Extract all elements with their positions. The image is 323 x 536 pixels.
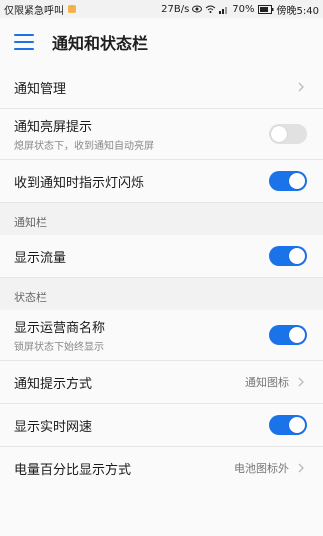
- show-traffic-label: 显示流量: [14, 250, 67, 266]
- chevron-right-icon: [298, 82, 304, 92]
- battery-percent-row[interactable]: 电量百分比显示方式 电池图标外: [0, 447, 323, 489]
- show-traffic-toggle[interactable]: [269, 246, 307, 266]
- battery-percent-value: 电池图标外: [234, 462, 289, 475]
- wake-on-notification-toggle[interactable]: [269, 124, 307, 144]
- menu-icon[interactable]: [14, 34, 34, 50]
- section-header-status-bar: 状态栏: [0, 278, 323, 310]
- chevron-right-icon: [298, 463, 304, 473]
- chevron-right-icon: [298, 377, 304, 387]
- show-carrier-label: 显示运营商名称: [14, 321, 106, 336]
- notification-management-label: 通知管理: [14, 81, 67, 97]
- section-header-notification-bar: 通知栏: [0, 203, 323, 235]
- net-speed-text: 27B/s: [161, 3, 190, 15]
- blink-light-row: 收到通知时指示灯闪烁: [0, 160, 323, 203]
- blink-light-label: 收到通知时指示灯闪烁: [14, 175, 145, 191]
- app-bar: 通知和状态栏: [0, 18, 323, 66]
- clock-text: 傍晚5:40: [276, 5, 319, 17]
- wake-on-notification-row: 通知亮屏提示 熄屏状态下，收到通知自动亮屏: [0, 109, 323, 160]
- eye-comfort-icon: [192, 4, 203, 14]
- wifi-icon: [205, 4, 216, 14]
- show-carrier-toggle[interactable]: [269, 325, 307, 345]
- realtime-speed-label: 显示实时网速: [14, 419, 93, 435]
- show-carrier-sub: 锁屏状态下始终显示: [14, 342, 104, 353]
- realtime-speed-row: 显示实时网速: [0, 404, 323, 447]
- battery-percent-text: 70%: [232, 3, 255, 15]
- notification-management-row[interactable]: 通知管理: [0, 66, 323, 109]
- show-traffic-row: 显示流量: [0, 235, 323, 278]
- status-bar: 仅限紧急呼叫 27B/s 70% 傍晚5:40: [0, 0, 323, 18]
- notification-icon: [67, 4, 77, 14]
- wake-on-notification-sub: 熄屏状态下，收到通知自动亮屏: [14, 141, 154, 152]
- battery-icon: [257, 4, 274, 14]
- notification-style-label: 通知提示方式: [14, 376, 93, 392]
- page-title: 通知和状态栏: [52, 34, 149, 53]
- blink-light-toggle[interactable]: [269, 171, 307, 191]
- carrier-text: 仅限紧急呼叫: [4, 5, 64, 17]
- wake-on-notification-label: 通知亮屏提示: [14, 120, 93, 135]
- battery-percent-label: 电量百分比显示方式: [14, 462, 132, 478]
- notification-style-value: 通知图标: [245, 376, 289, 389]
- show-carrier-row: 显示运营商名称 锁屏状态下始终显示: [0, 310, 323, 361]
- notification-style-row[interactable]: 通知提示方式 通知图标: [0, 361, 323, 404]
- signal-icon: [219, 4, 229, 14]
- realtime-speed-toggle[interactable]: [269, 415, 307, 435]
